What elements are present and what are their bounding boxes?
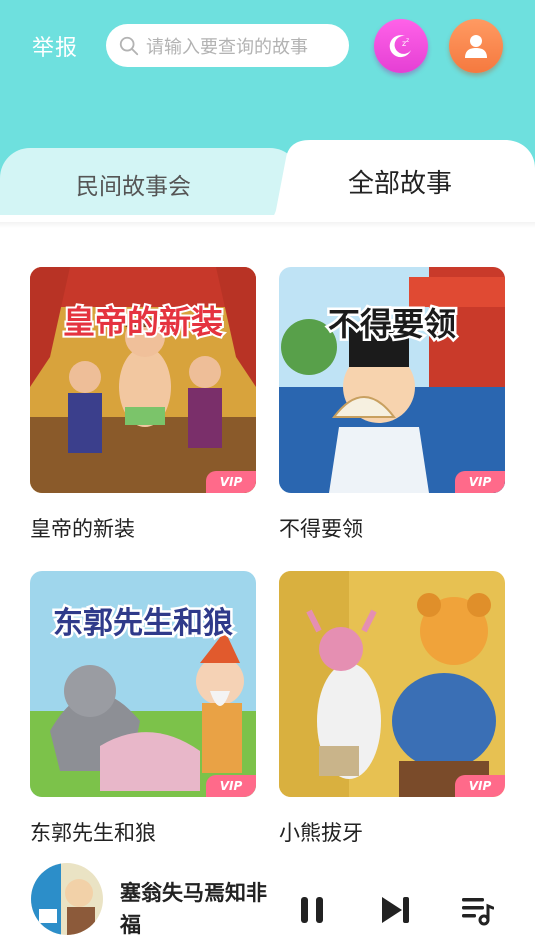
- story-card-emperor[interactable]: 皇帝的新装 VIP 皇帝的新装: [30, 267, 256, 541]
- vip-badge: VIP: [455, 775, 505, 797]
- tab-folk-stories-label[interactable]: 民间故事会: [76, 167, 191, 201]
- story-cover[interactable]: VIP: [279, 571, 505, 797]
- vip-badge: VIP: [206, 471, 256, 493]
- user-icon: [465, 35, 487, 58]
- report-button[interactable]: 举报: [32, 30, 78, 62]
- story-title[interactable]: 不得要领: [279, 513, 363, 543]
- story-card-missing-point[interactable]: 不得要领 VIP 不得要领: [279, 267, 505, 541]
- cover-title-layer: 不得要领: [325, 303, 458, 346]
- story-title[interactable]: 东郭先生和狼: [30, 817, 156, 847]
- pause-icon[interactable]: [295, 893, 329, 927]
- svg-text:z: z: [406, 37, 409, 44]
- night-mode-button[interactable]: z z: [374, 19, 428, 73]
- mini-player[interactable]: 塞翁失马焉知非福: [0, 855, 535, 951]
- story-cover[interactable]: 东郭先生和狼 VIP: [30, 571, 256, 797]
- content-background: [0, 215, 535, 255]
- cover-title-text: 不得要领: [328, 305, 456, 343]
- moon-icon: z z: [389, 35, 411, 58]
- cover-title-text: 皇帝的新装: [63, 303, 223, 341]
- profile-button[interactable]: [449, 19, 503, 73]
- story-title[interactable]: 皇帝的新装: [30, 513, 135, 543]
- player-cover[interactable]: [31, 863, 103, 935]
- next-icon[interactable]: [378, 893, 412, 927]
- story-cover[interactable]: 不得要领 VIP: [279, 267, 505, 493]
- cover-title-layer: 皇帝的新装: [61, 301, 225, 343]
- playlist-icon[interactable]: [460, 893, 494, 927]
- search-icon: [119, 36, 139, 55]
- search-placeholder: 请输入要查询的故事: [146, 36, 308, 58]
- search-input[interactable]: 请输入要查询的故事: [106, 24, 349, 67]
- vip-badge: VIP: [455, 471, 505, 493]
- story-title[interactable]: 小熊拔牙: [279, 817, 363, 847]
- player-title: 塞翁失马焉知非福: [120, 881, 267, 937]
- player-cover-art: [31, 863, 103, 935]
- cover-illustration: [279, 571, 505, 797]
- tab-all-stories[interactable]: 全部故事: [348, 163, 452, 200]
- story-card-bear-tooth[interactable]: VIP 小熊拔牙: [279, 571, 505, 845]
- story-card-dongguo[interactable]: 东郭先生和狼 VIP 东郭先生和狼: [30, 571, 256, 845]
- cover-title-layer: 东郭先生和狼: [51, 604, 236, 644]
- tab-divider: [0, 222, 535, 228]
- story-cover[interactable]: 皇帝的新装 VIP: [30, 267, 256, 493]
- vip-badge: VIP: [206, 775, 256, 797]
- cover-title-text: 东郭先生和狼: [53, 606, 233, 641]
